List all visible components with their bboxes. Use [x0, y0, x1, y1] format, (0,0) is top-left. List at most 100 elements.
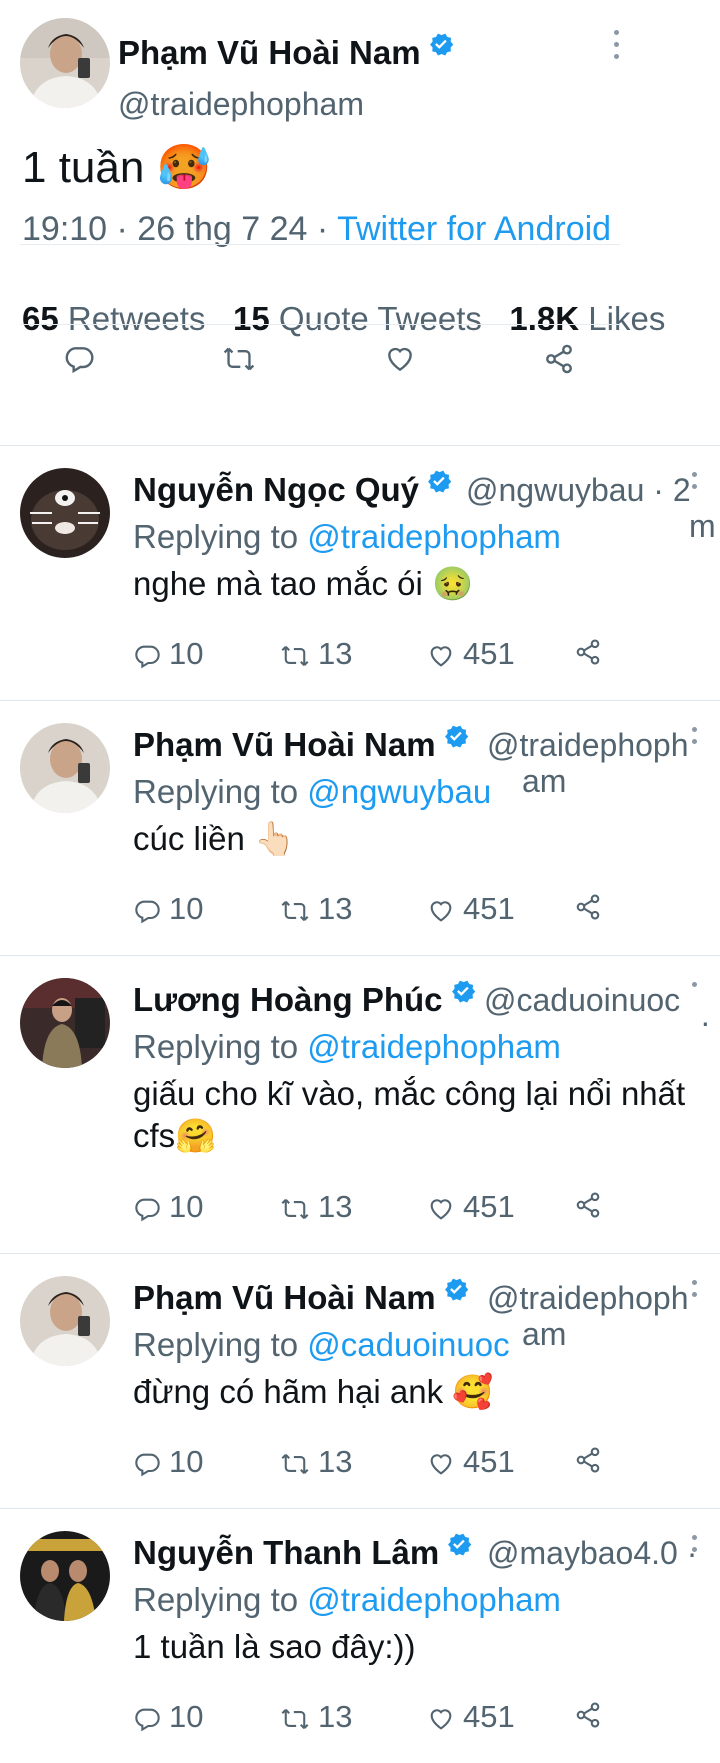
reply-author-handle[interactable]: @ngwuybau · 2 — [466, 472, 691, 509]
like-button[interactable]: 451 — [427, 891, 515, 927]
replying-to-link[interactable]: @ngwuybau — [307, 773, 491, 810]
replying-to-link[interactable]: @caduoinuoc — [307, 1326, 509, 1363]
quote-tweets-stat[interactable]: 15 Quote Tweets — [233, 300, 482, 337]
more-options-icon[interactable] — [692, 472, 700, 496]
divider — [20, 324, 620, 325]
verified-badge-icon — [444, 1278, 468, 1301]
reply-author-handle[interactable]: @caduoinuoc — [484, 982, 680, 1019]
more-options-icon[interactable] — [614, 30, 622, 66]
share-icon[interactable] — [574, 1701, 602, 1729]
reply-text: 1 tuần là sao đây:)) — [133, 1628, 416, 1665]
verified-badge-icon — [451, 980, 475, 1003]
retweet-button[interactable]: 13 — [280, 1444, 352, 1480]
retweets-stat[interactable]: 65 Retweets — [22, 300, 205, 337]
reply-author-name[interactable]: Nguyễn Ngọc Quý — [133, 470, 453, 509]
reply-button[interactable]: 10 — [133, 1444, 203, 1480]
reply-icon[interactable] — [63, 343, 95, 375]
retweet-button[interactable]: 13 — [280, 1699, 352, 1735]
source-app-link[interactable]: Twitter for Android — [337, 210, 611, 248]
reply-timestamp-tail: m — [689, 508, 716, 544]
share-icon[interactable] — [574, 1191, 602, 1219]
replying-to: Replying to @caduoinuoc — [133, 1326, 510, 1363]
reply-author-handle[interactable]: @traidephoph — [487, 1280, 689, 1317]
reply-tweet[interactable]: Phạm Vũ Hoài Nam @traidephoph am Replyin… — [0, 701, 720, 955]
verified-badge-icon — [429, 33, 453, 56]
like-icon[interactable] — [384, 343, 416, 375]
reply-icon — [135, 1708, 160, 1732]
replying-to-link[interactable]: @traidephopham — [307, 518, 561, 555]
reply-tweet[interactable]: Lương Hoàng Phúc @caduoinuoc · Replying … — [0, 956, 720, 1253]
like-icon — [430, 1454, 452, 1475]
reply-button[interactable]: 10 — [133, 1189, 203, 1225]
reply-icon — [135, 1453, 160, 1477]
verified-badge-icon — [448, 1533, 472, 1556]
avatar[interactable] — [20, 468, 110, 558]
reply-button[interactable]: 10 — [133, 891, 203, 927]
retweet-icon — [281, 1198, 309, 1219]
retweet-icon — [281, 900, 309, 921]
reply-tweet[interactable]: Phạm Vũ Hoài Nam @traidephoph am Replyin… — [0, 1254, 720, 1508]
like-button[interactable]: 451 — [427, 1444, 515, 1480]
more-options-icon[interactable] — [692, 1535, 700, 1559]
more-options-icon[interactable] — [692, 982, 700, 994]
author-handle[interactable]: @traidephopham — [118, 86, 364, 123]
retweet-button[interactable]: 13 — [280, 636, 352, 672]
avatar[interactable] — [20, 723, 110, 813]
reply-author-handle[interactable]: @traidephoph — [487, 727, 689, 764]
like-icon — [430, 1199, 452, 1220]
reply-button[interactable]: 10 — [133, 636, 203, 672]
reply-author-name[interactable]: Nguyễn Thanh Lâm — [133, 1533, 473, 1572]
avatar[interactable] — [20, 1276, 110, 1366]
tweet-stats: 65 Retweets 15 Quote Tweets 1.8K Likes — [22, 300, 665, 338]
more-options-icon[interactable] — [692, 727, 700, 751]
likes-stat[interactable]: 1.8K Likes — [509, 300, 665, 337]
reply-author-name[interactable]: Phạm Vũ Hoài Nam — [133, 725, 470, 764]
replying-to-link[interactable]: @traidephopham — [307, 1581, 561, 1618]
avatar[interactable] — [20, 978, 110, 1068]
more-options-icon[interactable] — [692, 1280, 700, 1304]
reply-tweet[interactable]: Nguyễn Thanh Lâm @maybao4.0 · Replying t… — [0, 1509, 720, 1763]
reply-text: nghe mà tao mắc ói 🤢 — [133, 565, 474, 602]
replying-to: Replying to @ngwuybau — [133, 773, 492, 810]
reply-icon — [135, 900, 160, 924]
share-icon[interactable] — [574, 1446, 602, 1474]
retweet-button[interactable]: 13 — [280, 1189, 352, 1225]
replying-to-link[interactable]: @traidephopham — [307, 1028, 561, 1065]
like-button[interactable]: 451 — [427, 1699, 515, 1735]
reply-author-name[interactable]: Phạm Vũ Hoài Nam — [133, 1278, 470, 1317]
like-button[interactable]: 451 — [427, 636, 515, 672]
main-tweet: Phạm Vũ Hoài Nam @traidephopham 1 tuần 🥵… — [0, 0, 720, 445]
replying-to: Replying to @traidephopham — [133, 1028, 561, 1065]
reply-author-handle[interactable]: @maybao4.0 · — [487, 1535, 697, 1572]
avatar[interactable] — [20, 1531, 110, 1621]
tweet-timestamp: 19:10 · 26 thg 7 24 · — [22, 210, 338, 248]
retweet-icon[interactable] — [222, 343, 256, 375]
reply-handle-tail: am — [522, 1316, 567, 1352]
retweet-icon — [281, 645, 309, 666]
reply-text: giấu cho kĩ vào, mắc công lại nổi nhất c… — [133, 1075, 686, 1154]
reply-handle-tail: · — [700, 1004, 711, 1040]
verified-badge-icon — [428, 470, 452, 493]
share-icon[interactable] — [543, 343, 575, 375]
reply-text: đừng có hãm hại ank 🥰 — [133, 1373, 494, 1410]
reply-tweet[interactable]: Nguyễn Ngọc Quý @ngwuybau · 2 m Replying… — [0, 446, 720, 700]
reply-author-name[interactable]: Lương Hoàng Phúc — [133, 980, 477, 1019]
like-button[interactable]: 451 — [427, 1189, 515, 1225]
replying-to: Replying to @traidephopham — [133, 1581, 561, 1618]
divider — [20, 244, 620, 245]
reply-button[interactable]: 10 — [133, 1699, 203, 1735]
reply-text: cúc liền 👆🏻 — [133, 820, 296, 857]
like-icon — [430, 1709, 452, 1730]
share-icon[interactable] — [574, 638, 602, 666]
reply-handle-tail: am — [522, 763, 567, 799]
retweet-icon — [281, 1708, 309, 1729]
avatar[interactable] — [20, 18, 110, 108]
reply-icon — [135, 1198, 160, 1222]
like-icon — [430, 646, 452, 667]
share-icon[interactable] — [574, 893, 602, 921]
like-icon — [430, 901, 452, 922]
author-name[interactable]: Phạm Vũ Hoài Nam — [118, 33, 455, 72]
retweet-button[interactable]: 13 — [280, 891, 352, 927]
retweet-icon — [281, 1453, 309, 1474]
reply-icon — [135, 645, 160, 669]
